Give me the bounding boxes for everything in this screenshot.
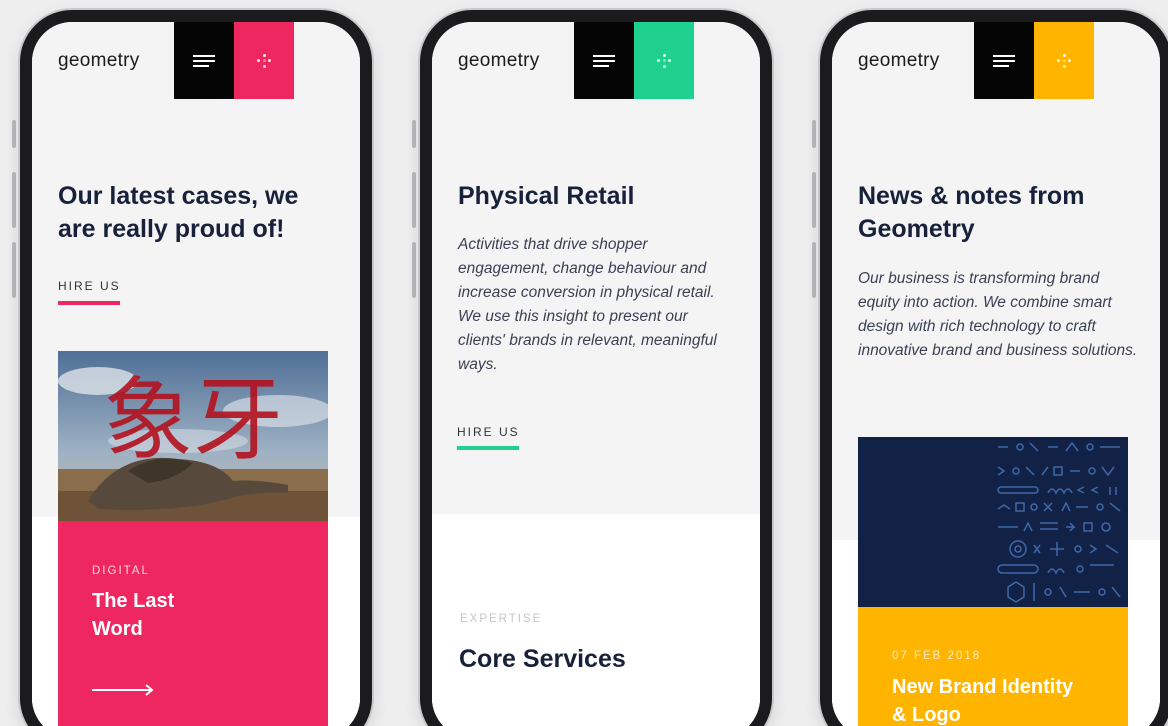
menu-button[interactable] (574, 22, 634, 99)
phone-1-side-button (12, 120, 16, 148)
core-services-title: Core Services (459, 645, 626, 673)
phone-2-side-button (412, 120, 416, 148)
case-image-text: 象牙 (103, 368, 283, 473)
menu-button[interactable] (974, 22, 1034, 99)
phone-mockup-news: geometry News & notes from Geometry Our … (820, 10, 1168, 726)
phone-mockup-retail: geometry Physical Retail Activities that… (420, 10, 772, 726)
news-card[interactable]: 07 FEB 2018 New Brand Identity & Logo (858, 437, 1128, 726)
grid-button[interactable] (1034, 22, 1094, 99)
news-title: New Brand Identity & Logo (892, 676, 1074, 726)
geometry-logo[interactable]: geometry (458, 50, 540, 72)
dot-grid-icon (1057, 53, 1071, 68)
geometry-logo[interactable]: geometry (58, 50, 140, 72)
menu-button[interactable] (174, 22, 234, 99)
grid-button[interactable] (634, 22, 694, 99)
expertise-label: EXPERTISE (460, 613, 543, 625)
phone-3-side-button (812, 120, 816, 148)
hire-us-underline (457, 446, 519, 450)
phone-1-volume-down (12, 242, 16, 298)
phone-3-volume-up (812, 172, 816, 228)
case-card[interactable]: 象牙 DIGITAL The Last Word (58, 351, 328, 726)
hamburger-menu-icon (993, 52, 1015, 70)
page-headline: Physical Retail (458, 182, 635, 210)
grid-button[interactable] (234, 22, 294, 99)
dot-grid-icon (257, 53, 271, 68)
case-card-panel: DIGITAL The Last Word (58, 521, 328, 726)
news-card-panel: 07 FEB 2018 New Brand Identity & Logo (858, 607, 1128, 726)
hire-us-underline (58, 301, 120, 305)
hamburger-menu-icon (593, 52, 615, 70)
phone-screen: geometry Our latest cases, we are really… (32, 22, 360, 726)
news-date: 07 FEB 2018 (892, 650, 982, 662)
phone-screen: geometry News & notes from Geometry Our … (832, 22, 1160, 726)
arrow-right-icon[interactable] (92, 683, 156, 697)
phone-2-volume-down (412, 242, 416, 298)
expertise-section: EXPERTISE Core Services (432, 514, 760, 726)
case-category: DIGITAL (92, 565, 150, 577)
hire-us-link[interactable]: HIRE US (457, 425, 520, 439)
phone-1-volume-up (12, 172, 16, 228)
case-title: The Last Word (92, 590, 175, 640)
case-image: 象牙 (58, 351, 328, 521)
page-description: Activities that drive shopper engagement… (458, 236, 717, 373)
news-card-pattern (858, 437, 1128, 607)
phone-screen: geometry Physical Retail Activities that… (432, 22, 760, 726)
phone-3-volume-down (812, 242, 816, 298)
geometry-logo[interactable]: geometry (858, 50, 940, 72)
dot-grid-icon (657, 53, 671, 68)
hamburger-menu-icon (193, 52, 215, 70)
phone-2-volume-up (412, 172, 416, 228)
page-headline: News & notes from Geometry (858, 182, 1085, 243)
page-headline: Our latest cases, we are really proud of… (58, 182, 299, 243)
phone-mockup-cases: geometry Our latest cases, we are really… (20, 10, 372, 726)
page-description: Our business is transforming brand equit… (858, 270, 1138, 359)
hire-us-link[interactable]: HIRE US (58, 279, 121, 293)
